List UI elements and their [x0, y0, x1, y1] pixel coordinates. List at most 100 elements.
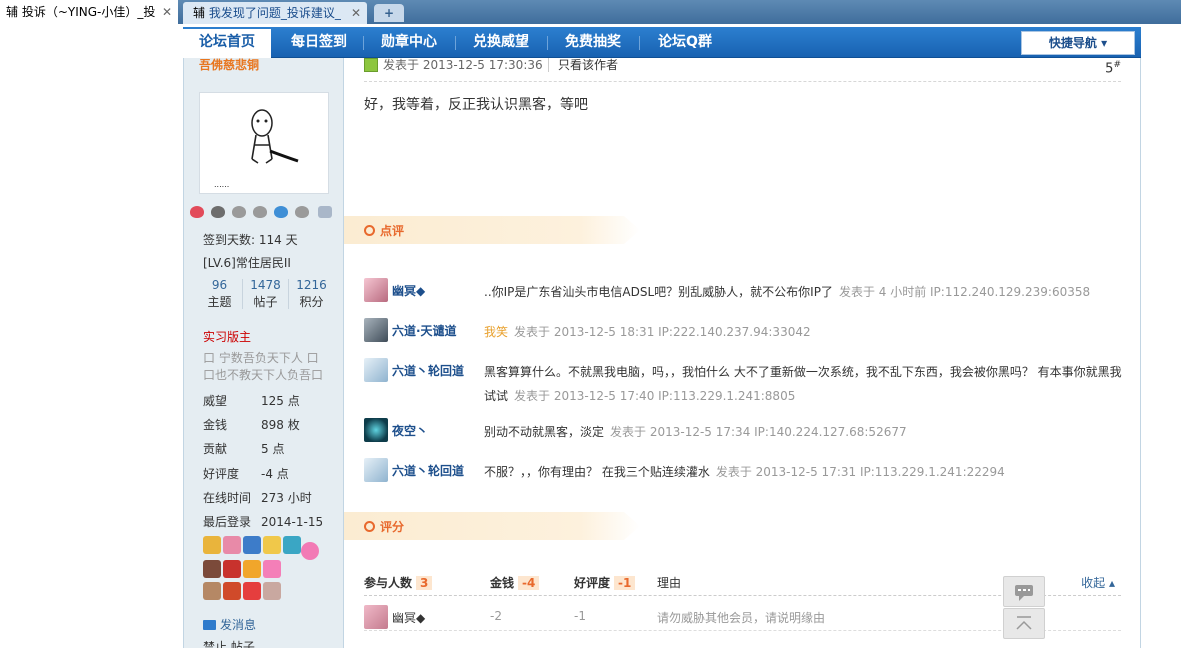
medal-icon[interactable]: [203, 560, 221, 578]
field-value: 898 枚: [261, 418, 300, 432]
stat-points[interactable]: 1216 积分: [289, 277, 334, 311]
avatar[interactable]: [364, 278, 388, 302]
nav-item-medal-center[interactable]: 勋章中心: [369, 27, 449, 58]
stat-posts[interactable]: 1478 帖子: [243, 277, 288, 311]
stat-value: 96: [211, 278, 228, 292]
medal-icon[interactable]: [243, 536, 261, 554]
medal-icon[interactable]: [223, 536, 241, 554]
medal-icon[interactable]: [263, 560, 281, 578]
participants-count: 3: [416, 576, 433, 590]
rating-reason: 请勿威胁其他会员，请说明缘由: [657, 611, 826, 625]
heart-badge-icon[interactable]: [190, 206, 204, 218]
circle-icon: [364, 521, 375, 532]
medal-icon[interactable]: [203, 536, 221, 554]
diamond-badge-icon[interactable]: [232, 206, 246, 218]
nav-divider: [363, 36, 364, 50]
medal-icon[interactable]: [263, 536, 281, 554]
field-prestige: 威望 125 点: [203, 392, 300, 409]
post-header: 发表于 2013-12-5 17:30:36 只看该作者 5#: [364, 58, 1121, 82]
tab-title: 我发现了问题_投诉建议_: [208, 6, 341, 20]
medal-icon[interactable]: [263, 582, 281, 600]
nav-item-forum-home[interactable]: 论坛首页: [183, 29, 271, 58]
stat-label: 帖子: [253, 295, 278, 309]
commenter-name[interactable]: 六道丶轮回道: [392, 362, 464, 379]
browser-tab-found-problem[interactable]: 辅 我发现了问题_投诉建议_ ✕: [183, 2, 367, 24]
chat-badge-icon[interactable]: [211, 206, 225, 218]
commenter-name[interactable]: 幽冥◆: [392, 282, 425, 299]
field-label: 贡献: [203, 442, 228, 456]
field-last-login: 最后登录 2014-1-15: [203, 513, 323, 530]
floor-number[interactable]: 5#: [1105, 58, 1121, 76]
user-level[interactable]: [LV.6]常住居民II: [203, 254, 291, 271]
participants-header[interactable]: 参与人数 3: [364, 574, 433, 591]
nav-item-exchange-prestige[interactable]: 兑换威望: [461, 27, 541, 58]
nav-divider: [547, 36, 548, 50]
chat-bubble-icon: [1015, 585, 1033, 601]
diamond-blue-badge-icon[interactable]: [274, 206, 288, 218]
field-label: 在线时间: [203, 491, 252, 505]
view-author-only-link[interactable]: 只看该作者: [558, 58, 618, 72]
comment-item: 六道·天谴道 我笑 发表于 2013-12-5 18:31 IP:222.140.…: [364, 318, 1124, 346]
nav-divider: [639, 36, 640, 50]
commenter-name[interactable]: 六道·天谴道: [392, 322, 457, 339]
collapse-link[interactable]: 收起 ▴: [1081, 574, 1115, 591]
close-icon[interactable]: ✕: [351, 2, 361, 24]
medal-icon[interactable]: [243, 560, 261, 578]
close-icon[interactable]: ✕: [162, 0, 172, 24]
floating-toolbar: [1003, 576, 1045, 648]
section-title: 点评: [380, 224, 405, 238]
avatar[interactable]: [364, 458, 388, 482]
medal-icon[interactable]: [203, 582, 221, 600]
back-to-top-button[interactable]: [1003, 608, 1045, 639]
stat-label: 主题: [207, 295, 232, 309]
avatar[interactable]: [364, 358, 388, 382]
diamond-badge-icon[interactable]: [253, 206, 267, 218]
comment-body: 黑客算算什么。不就黑我电脑，吗，，我怕什么 大不了重新做一次系统，我不乱下东西，…: [484, 360, 1124, 408]
nav-item-daily-checkin[interactable]: 每日签到: [279, 27, 359, 58]
arrow-up-icon: [1016, 616, 1032, 630]
send-message-link[interactable]: 发消息: [203, 616, 256, 633]
browser-tab-bar: 辅 投诉（~YING-小佳）_投 ✕ 辅 我发现了问题_投诉建议_ ✕ +: [0, 0, 1181, 24]
medal-icon[interactable]: [243, 582, 261, 600]
nav-divider: [455, 36, 456, 50]
medal-collection: [203, 536, 319, 606]
avatar[interactable]: [364, 318, 388, 342]
diamond-badge-icon[interactable]: [295, 206, 309, 218]
forum-nav-bar: 论坛首页 每日签到 勋章中心 兑换威望 免费抽奖 论坛Q群 快捷导航 ▾: [183, 27, 1141, 58]
comment-item: 夜空丶 别动不动就黑客，淡定 发表于 2013-12-5 17:34 IP:140…: [364, 418, 1124, 446]
user-badge-row: [190, 206, 340, 220]
author-name[interactable]: 吾佛慈悲铜: [199, 58, 259, 73]
quick-reply-button[interactable]: [1003, 576, 1045, 607]
field-value: 5 点: [261, 442, 285, 456]
reason-header: 理由: [657, 576, 682, 590]
quick-nav-dropdown[interactable]: 快捷导航 ▾: [1021, 31, 1135, 55]
nav-item-forum-qq-group[interactable]: 论坛Q群: [645, 27, 725, 58]
field-label: 威望: [203, 394, 228, 408]
money-header: 金钱 -4: [490, 574, 540, 591]
stat-threads[interactable]: 96 主题: [197, 277, 242, 311]
field-value: 273 小时: [261, 491, 312, 505]
rater-name[interactable]: 幽冥◆: [392, 609, 425, 626]
commenter-name[interactable]: 夜空丶: [392, 422, 428, 439]
comment-body: 不服？，，你有理由？ 在我三个贴连续灌水 发表于 2013-12-5 17:31 …: [484, 460, 1124, 484]
avatar[interactable]: [364, 605, 388, 629]
field-value: -4 点: [261, 467, 289, 481]
ban-post-link[interactable]: 禁止 帖子: [203, 638, 255, 648]
nav-item-free-lottery[interactable]: 免费抽奖: [553, 27, 633, 58]
comment-item: 六道丶轮回道 不服？，，你有理由？ 在我三个贴连续灌水 发表于 2013-12-5…: [364, 458, 1124, 486]
rating-section-header: 评分: [344, 512, 640, 540]
checkin-days: 签到天数: 114 天: [203, 233, 298, 247]
question-badge-icon[interactable]: [318, 206, 332, 218]
medal-icon[interactable]: [223, 582, 241, 600]
rating-money: -2: [490, 609, 502, 623]
medal-icon[interactable]: [223, 560, 241, 578]
user-signature: 口 宁数吾负天下人 口 口也不教天下人负吾口: [203, 351, 324, 382]
medal-icon[interactable]: [283, 536, 301, 554]
browser-tab-complaint[interactable]: 辅 投诉（~YING-小佳）_投 ✕: [0, 0, 178, 24]
avatar[interactable]: [364, 418, 388, 442]
new-tab-button[interactable]: +: [374, 4, 404, 22]
reputation-header: 好评度 -1: [574, 574, 636, 591]
commenter-name[interactable]: 六道丶轮回道: [392, 462, 464, 479]
heart-medal-icon[interactable]: [301, 542, 319, 560]
avatar[interactable]: ......: [199, 92, 329, 194]
